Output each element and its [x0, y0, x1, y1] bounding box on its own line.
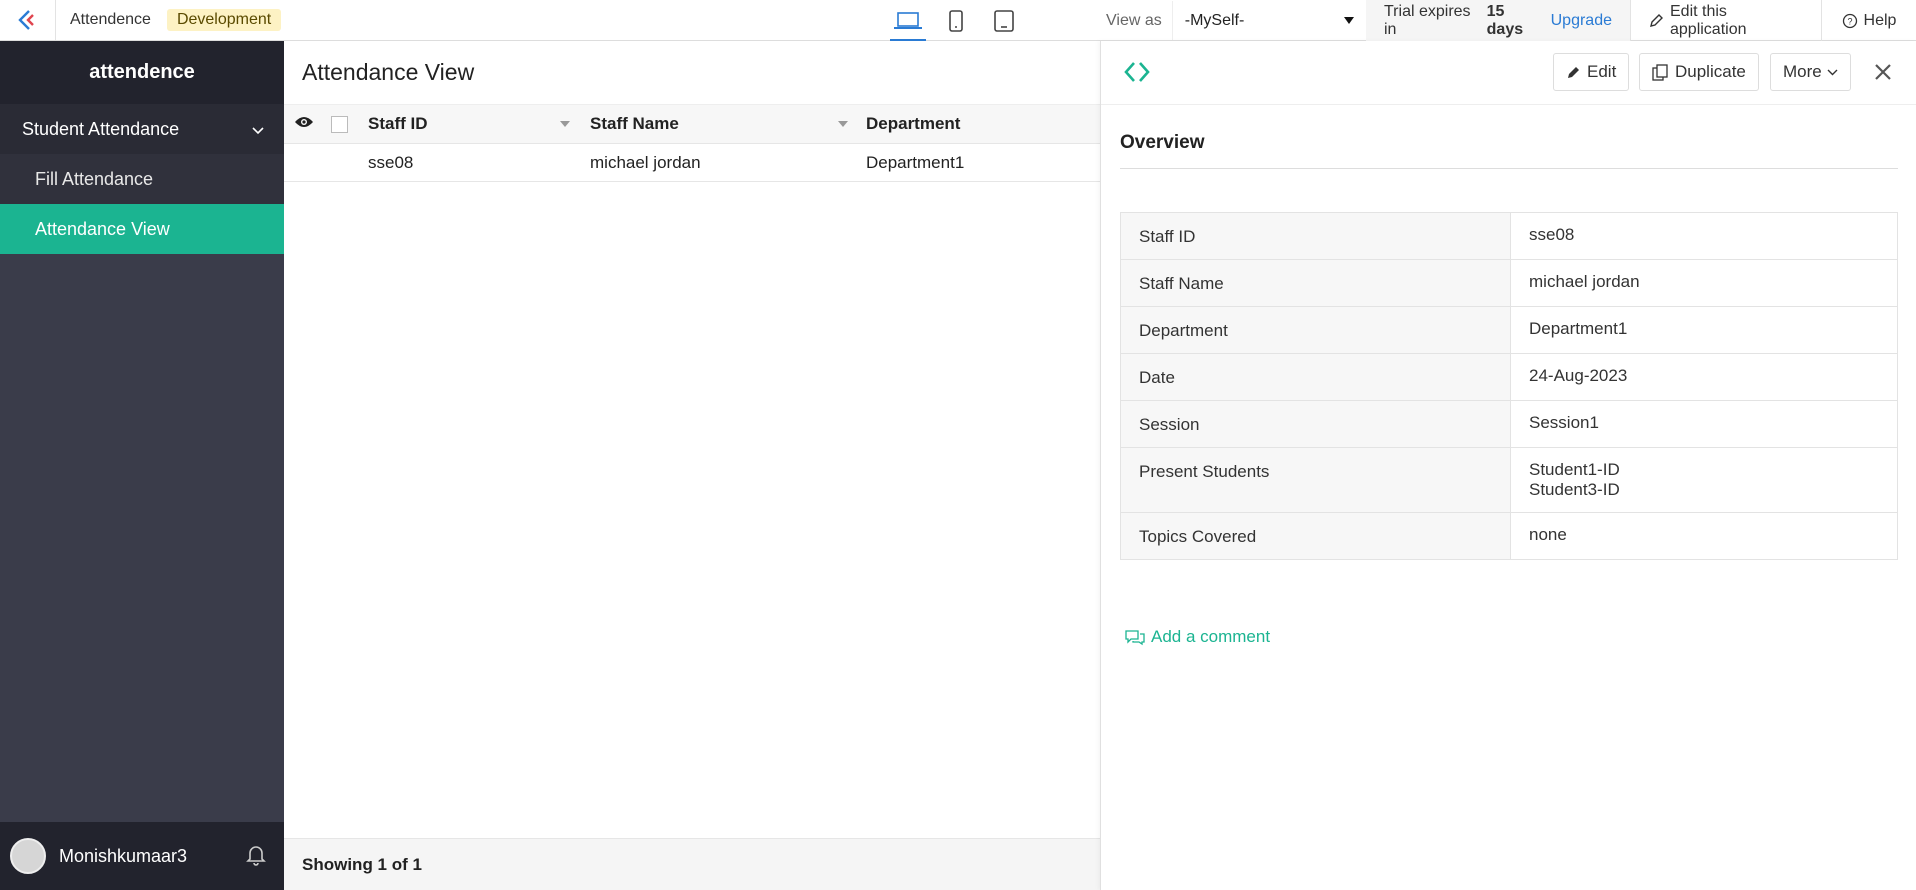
app-name[interactable]: Attendence: [56, 11, 167, 29]
detail-row-topics-covered: Topics Covered none: [1120, 512, 1898, 560]
duplicate-label: Duplicate: [1675, 62, 1746, 81]
comment-icon: [1125, 629, 1145, 646]
field-label: Present Students: [1120, 447, 1511, 513]
pencil-icon: [1649, 13, 1664, 28]
field-label: Staff Name: [1120, 259, 1511, 307]
app-logo-icon[interactable]: [0, 0, 56, 40]
next-record-icon[interactable]: [1137, 61, 1151, 88]
tablet-view-icon[interactable]: [980, 0, 1028, 41]
field-value: none: [1510, 512, 1898, 560]
trial-prefix: Trial expires in: [1384, 2, 1471, 38]
detail-panel-header: Edit Duplicate More: [1101, 41, 1916, 105]
trial-banner: Trial expires in 15 days Upgrade: [1366, 0, 1630, 41]
bell-icon[interactable]: [246, 844, 266, 871]
help-button[interactable]: ? Help: [1822, 0, 1916, 41]
close-icon[interactable]: [1874, 63, 1892, 86]
detail-row-staff-id: Staff ID sse08: [1120, 212, 1898, 260]
field-value: Department1: [1510, 306, 1898, 354]
add-comment-label: Add a comment: [1151, 627, 1271, 646]
view-as-label: View as: [1106, 11, 1162, 29]
field-value: sse08: [1510, 212, 1898, 260]
detail-row-date: Date 24-Aug-2023: [1120, 353, 1898, 401]
sidebar-item-fill-attendance[interactable]: Fill Attendance: [0, 154, 284, 204]
sort-staff-id-icon[interactable]: [560, 121, 570, 127]
sidebar-app-title: attendence: [0, 41, 284, 104]
column-header-staff-id[interactable]: Staff ID: [368, 114, 428, 134]
field-label: Topics Covered: [1120, 512, 1511, 560]
upgrade-link[interactable]: Upgrade: [1551, 12, 1612, 30]
cell-staff-id: sse08: [368, 152, 414, 172]
user-profile[interactable]: Monishkumaar3: [0, 822, 284, 890]
table-header: Staff ID Staff Name Department: [284, 105, 1100, 144]
edit-application-button[interactable]: Edit this application: [1630, 0, 1822, 41]
sidebar-item-label: Attendance View: [35, 218, 170, 239]
edit-application-label: Edit this application: [1670, 2, 1747, 38]
edit-label: Edit: [1587, 62, 1617, 81]
cell-department: Department1: [866, 152, 965, 172]
help-icon: ?: [1842, 13, 1858, 29]
column-header-department[interactable]: Department: [866, 114, 960, 134]
environment-badge[interactable]: Development: [166, 9, 282, 31]
user-name: Monishkumaar3: [59, 845, 188, 866]
field-value: 24-Aug-2023: [1510, 353, 1898, 401]
desktop-view-icon[interactable]: [884, 0, 932, 41]
sidebar: attendence Student Attendance Fill Atten…: [0, 41, 284, 890]
mobile-view-icon[interactable]: [932, 0, 980, 41]
sidebar-item-attendance-view[interactable]: Attendance View: [0, 204, 284, 254]
device-switcher: [884, 0, 1028, 41]
view-as-dropdown[interactable]: -MySelf-: [1171, 1, 1366, 40]
duplicate-icon: [1652, 63, 1669, 81]
view-as-value: -MySelf-: [1184, 11, 1245, 29]
cell-staff-name: michael jordan: [590, 152, 701, 172]
table-row[interactable]: sse08 michael jordan Department1: [284, 144, 1100, 182]
top-bar: Attendence Development View as -MySelf- …: [0, 0, 1916, 41]
duplicate-button[interactable]: Duplicate: [1639, 53, 1759, 91]
field-label: Staff ID: [1120, 212, 1511, 260]
more-label: More: [1783, 62, 1822, 81]
avatar[interactable]: [10, 838, 46, 874]
eye-icon[interactable]: [294, 114, 314, 134]
record-navigation: [1123, 61, 1151, 88]
detail-row-session: Session Session1: [1120, 400, 1898, 448]
page-title: Attendance View: [284, 41, 1100, 105]
sidebar-section-student-attendance[interactable]: Student Attendance: [0, 104, 284, 154]
field-value: Session1: [1510, 400, 1898, 448]
column-header-staff-name[interactable]: Staff Name: [590, 114, 679, 134]
view-as-control: View as -MySelf-: [1106, 0, 1366, 41]
select-all-checkbox[interactable]: [331, 115, 348, 133]
previous-record-icon[interactable]: [1123, 61, 1137, 88]
chevron-down-icon: [1827, 69, 1838, 76]
main-content: Attendance View Staff ID Staff Name Depa…: [284, 41, 1100, 890]
sidebar-item-label: Fill Attendance: [35, 168, 154, 189]
add-comment-link[interactable]: Add a comment: [1125, 627, 1270, 647]
trial-days: 15 days: [1486, 2, 1524, 38]
sidebar-section-label: Student Attendance: [22, 118, 180, 139]
edit-record-button[interactable]: Edit: [1553, 53, 1630, 91]
chevron-down-icon: [252, 119, 264, 140]
more-menu-button[interactable]: More: [1770, 53, 1851, 91]
sort-staff-name-icon[interactable]: [838, 121, 848, 127]
present-student-item: Student1-ID: [1529, 460, 1620, 479]
field-value: Student1-ID Student3-ID: [1510, 447, 1898, 513]
help-label: Help: [1863, 11, 1897, 29]
dropdown-caret-icon: [1343, 12, 1354, 30]
detail-row-staff-name: Staff Name michael jordan: [1120, 259, 1898, 307]
field-label: Session: [1120, 400, 1511, 448]
detail-panel: Edit Duplicate More Overview Staff ID ss…: [1100, 41, 1916, 890]
field-label: Date: [1120, 353, 1511, 401]
overview-title: Overview: [1120, 132, 1898, 169]
present-student-item: Student3-ID: [1529, 480, 1620, 499]
record-count: Showing 1 of 1: [284, 838, 1100, 890]
record-details: Staff ID sse08 Staff Name michael jordan…: [1120, 212, 1898, 560]
field-value: michael jordan: [1510, 259, 1898, 307]
svg-text:?: ?: [1847, 16, 1852, 26]
field-label: Department: [1120, 306, 1511, 354]
detail-row-department: Department Department1: [1120, 306, 1898, 354]
detail-row-present-students: Present Students Student1-ID Student3-ID: [1120, 447, 1898, 513]
pencil-icon: [1566, 65, 1581, 80]
